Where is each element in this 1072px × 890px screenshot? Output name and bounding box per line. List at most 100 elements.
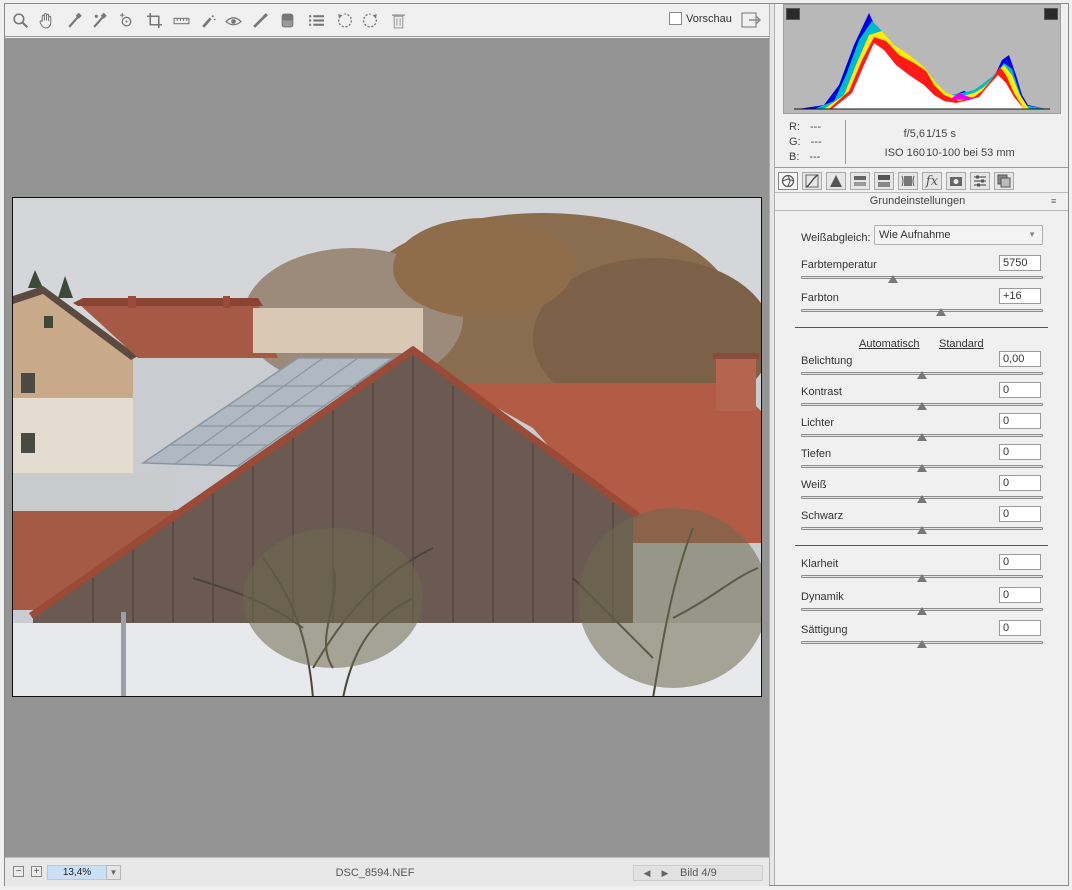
section-divider	[795, 545, 1048, 546]
zoom-icon[interactable]	[10, 11, 30, 29]
blacks-value-field[interactable]: 0	[999, 506, 1041, 522]
saturation-label: Sättigung	[801, 624, 848, 636]
shadows-value-field[interactable]: 0	[999, 444, 1041, 460]
g-value: ---	[810, 136, 822, 148]
aperture-value: f/5,6	[903, 128, 925, 140]
vibrance-value-field[interactable]: 0	[999, 587, 1041, 603]
zoom-level-field[interactable]: 13,4%	[47, 865, 107, 880]
vibrance-slider-thumb[interactable]	[917, 607, 927, 615]
temperature-slider[interactable]	[801, 275, 1043, 283]
red-eye-icon[interactable]	[223, 11, 243, 29]
contrast-slider-thumb[interactable]	[917, 402, 927, 410]
tint-slider[interactable]	[801, 308, 1043, 316]
exposure-slider[interactable]	[801, 371, 1043, 379]
highlights-value-field[interactable]: 0	[999, 413, 1041, 429]
shadows-slider[interactable]	[801, 464, 1043, 472]
camera-calibration-icon[interactable]	[946, 172, 966, 190]
lens-value: 10-100 bei 53 mm	[926, 147, 1015, 159]
blacks-slider-thumb[interactable]	[917, 526, 927, 534]
detail-icon[interactable]	[826, 172, 846, 190]
image-canvas[interactable]	[5, 38, 769, 857]
trash-icon[interactable]	[388, 11, 408, 29]
lens-corrections-icon[interactable]	[898, 172, 918, 190]
panel-title: Grundeinstellungen	[869, 195, 966, 207]
fullscreen-icon[interactable]	[740, 10, 762, 30]
shadows-slider-thumb[interactable]	[917, 464, 927, 472]
contrast-value-field[interactable]: 0	[999, 382, 1041, 398]
vibrance-slider[interactable]	[801, 607, 1043, 615]
section-divider	[795, 327, 1048, 328]
b-label: B:	[789, 151, 800, 163]
preview-checkbox[interactable]	[669, 12, 682, 25]
default-link[interactable]: Standard	[939, 338, 984, 350]
snapshots-icon[interactable]	[994, 172, 1014, 190]
clarity-label: Klarheit	[801, 558, 839, 570]
status-bar: − + 13,4% ▼ DSC_8594.NEF ◀ ▶ Bild 4/9	[5, 857, 769, 886]
graduated-filter-icon[interactable]	[277, 11, 297, 29]
camera-raw-window: Vorschau − + 13,4% ▼ DSC_8594.NEF ◀ ▶ Bi…	[4, 3, 1069, 886]
image-position-label: Bild 4/9	[680, 867, 717, 879]
temperature-label: Farbtemperatur	[801, 259, 877, 271]
whites-slider[interactable]	[801, 495, 1043, 503]
white-balance-icon[interactable]	[64, 11, 84, 29]
image-navigator: ◀ ▶ Bild 4/9	[633, 865, 763, 881]
photo-preview[interactable]	[12, 197, 762, 697]
crop-icon[interactable]	[144, 11, 164, 29]
file-name: DSC_8594.NEF	[335, 867, 415, 879]
white-balance-select[interactable]: Wie Aufnahme ▼	[874, 225, 1043, 245]
presets-icon[interactable]	[970, 172, 990, 190]
clarity-slider-thumb[interactable]	[917, 574, 927, 582]
exposure-value-field[interactable]: 0,00	[999, 351, 1041, 367]
preview-label[interactable]: Vorschau	[686, 13, 732, 25]
temperature-slider-thumb[interactable]	[888, 275, 899, 283]
histogram	[783, 4, 1061, 114]
blacks-slider[interactable]	[801, 526, 1043, 534]
rotate-right-icon[interactable]	[360, 11, 380, 29]
highlights-label: Lichter	[801, 417, 835, 429]
zoom-dropdown-button[interactable]: ▼	[106, 865, 121, 880]
white-balance-label: Weißabgleich:	[801, 232, 871, 244]
tone-curve-icon[interactable]	[802, 172, 822, 190]
highlights-slider[interactable]	[801, 433, 1043, 441]
whites-value-field[interactable]: 0	[999, 475, 1041, 491]
clarity-value-field[interactable]: 0	[999, 554, 1041, 570]
color-sampler-icon[interactable]	[89, 11, 109, 29]
g-label: G:	[789, 136, 801, 148]
clarity-slider[interactable]	[801, 574, 1043, 582]
shadows-label: Tiefen	[801, 448, 832, 460]
split-toning-icon[interactable]	[874, 172, 894, 190]
basic-icon[interactable]	[778, 172, 798, 190]
basic-settings: Weißabgleich: Wie Aufnahme ▼ Automatisch…	[775, 211, 1068, 885]
saturation-slider[interactable]	[801, 640, 1043, 648]
tint-slider-thumb[interactable]	[936, 308, 947, 316]
saturation-value-field[interactable]: 0	[999, 620, 1041, 636]
contrast-slider[interactable]	[801, 402, 1043, 410]
contrast-label: Kontrast	[801, 386, 842, 398]
straighten-icon[interactable]	[171, 11, 191, 29]
exposure-slider-thumb[interactable]	[917, 371, 927, 379]
exposure-label: Belichtung	[801, 355, 853, 367]
saturation-slider-thumb[interactable]	[917, 640, 927, 648]
next-image-icon[interactable]: ▶	[660, 868, 670, 878]
info-separator	[845, 120, 846, 164]
zoom-in-button[interactable]: +	[31, 866, 42, 877]
spot-removal-icon[interactable]	[198, 11, 218, 29]
chevron-down-icon: ▼	[1028, 230, 1036, 239]
preferences-icon[interactable]	[306, 11, 326, 29]
panel-menu-icon[interactable]: ≡	[1051, 196, 1056, 206]
vibrance-label: Dynamik	[801, 591, 844, 603]
temperature-value-field[interactable]: 5750	[999, 255, 1041, 271]
whites-slider-thumb[interactable]	[917, 495, 927, 503]
highlights-slider-thumb[interactable]	[917, 433, 927, 441]
tint-label: Farbton	[801, 292, 839, 304]
hand-icon[interactable]	[36, 11, 56, 29]
effects-icon[interactable]: fx	[922, 172, 942, 190]
zoom-out-button[interactable]: −	[13, 866, 24, 877]
rotate-left-icon[interactable]	[334, 11, 354, 29]
hsl-icon[interactable]	[850, 172, 870, 190]
previous-image-icon[interactable]: ◀	[642, 868, 652, 878]
target-adjust-icon[interactable]	[116, 11, 136, 29]
auto-link[interactable]: Automatisch	[859, 338, 920, 350]
adjustment-brush-icon[interactable]	[250, 11, 270, 29]
tint-value-field[interactable]: +16	[999, 288, 1041, 304]
